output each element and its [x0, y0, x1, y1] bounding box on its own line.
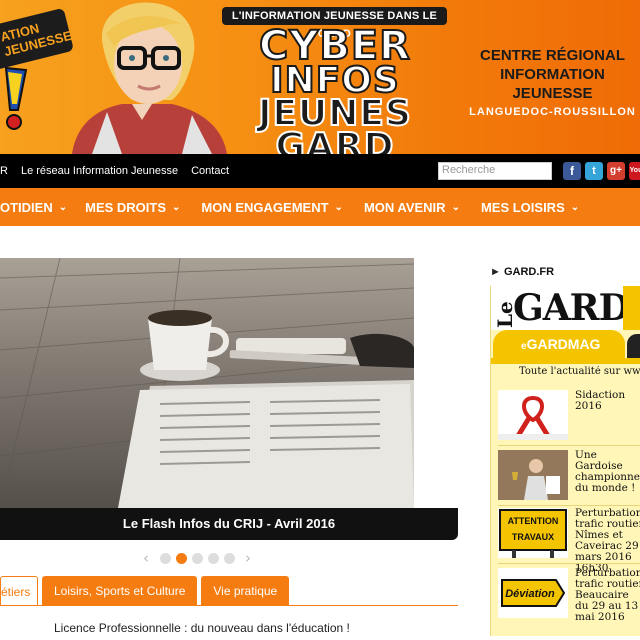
widget-item-title: Perturbations trafic routier Nîmes et Ca…	[575, 507, 640, 574]
second-tab[interactable]	[627, 334, 640, 358]
gard-widget: Le GARD eGARDMAG Toute l'actualité sur w…	[490, 286, 640, 636]
tab-underline	[0, 605, 458, 606]
champion-photo-thumbnail	[498, 450, 568, 500]
sign-text-attention: ATTENTION	[508, 516, 559, 526]
widget-bar	[491, 358, 640, 364]
slider-dot-1[interactable]	[159, 552, 171, 564]
main-nav: OTIDIEN ⌄ MES DROITS ⌄ MON ENGAGEMENT ⌄ MON…	[0, 188, 640, 226]
nav-label: MON AVENIR	[363, 199, 446, 215]
chevron-down-icon: ⌄	[58, 201, 68, 213]
sign-text-deviation: Déviation	[505, 588, 555, 600]
nav-item-mes-loisirs[interactable]: MES LOISIRS ⌄	[481, 200, 579, 215]
chevron-down-icon: ⌄	[172, 201, 181, 213]
slider-dot-4[interactable]	[207, 552, 219, 564]
logo-side-tab	[623, 286, 640, 330]
widget-item-title: Sidaction 2016	[575, 389, 626, 412]
exclamation-icon	[4, 66, 28, 130]
google-plus-icon[interactable]: g+	[607, 162, 625, 180]
widget-separator	[498, 563, 640, 564]
top-links: R Le réseau Information Jeunesse Contact	[0, 154, 242, 188]
chevron-down-icon: ⌄	[334, 201, 343, 213]
chevron-down-icon: ⌄	[451, 201, 460, 213]
slider-dot-2[interactable]	[175, 552, 187, 564]
sidebar-title-text: GARD.FR	[503, 266, 555, 278]
young-woman-photo	[72, 2, 227, 154]
nav-item-mes-droits[interactable]: MES DROITS ⌄	[85, 200, 180, 215]
slider-pager: ‹ ›	[135, 549, 259, 567]
search-input[interactable]: Recherche	[438, 162, 552, 180]
sign-text-travaux: TRAVAUX	[512, 532, 554, 542]
nav-item-mon-avenir[interactable]: MON AVENIR ⌄	[364, 200, 460, 215]
deviation-sign-thumbnail: Déviation	[498, 568, 568, 618]
crij-label: CENTRE RÉGIONAL INFORMATION JEUNESSE LAN…	[460, 46, 640, 122]
logo-gard: GARD	[513, 287, 630, 329]
header-banner: ATION JEUNESSE L'INFORMATION JEUNESSE DA…	[0, 0, 640, 154]
chevron-down-icon: ⌄	[570, 201, 580, 213]
slider-prev-button[interactable]: ‹	[143, 549, 149, 567]
twitter-icon[interactable]: t	[585, 162, 603, 180]
facebook-icon[interactable]: f	[563, 162, 581, 180]
egardmag-label: GARDMAG	[526, 336, 601, 352]
nav-label: MON ENGAGEMENT	[201, 199, 329, 215]
site-title[interactable]: CYBER INFOS JEUNES GARD	[230, 25, 440, 154]
crij-region: LANGUEDOC-ROUSSILLON	[469, 106, 636, 118]
nav-item-quotidien[interactable]: OTIDIEN ⌄	[0, 200, 67, 215]
nav-label: MES DROITS	[85, 199, 167, 215]
sidebar-title-arrow: ►	[490, 266, 501, 278]
nav-label: MES LOISIRS	[480, 199, 565, 215]
slider-dot-3[interactable]	[191, 552, 203, 564]
crij-line-2: INFORMATION JEUNESSE	[500, 66, 605, 102]
tab-vie-pratique[interactable]: Vie pratique	[201, 576, 290, 606]
widget-item[interactable]: Déviation Perturbations trafic routier B…	[498, 567, 640, 623]
attention-travaux-thumbnail: ATTENTION TRAVAUX	[498, 508, 568, 558]
le-gard-logo[interactable]: Le GARD	[491, 286, 640, 330]
news-tabs: étiers Loisirs, Sports et Culture Vie pr…	[0, 576, 293, 606]
nav-label: OTIDIEN	[0, 199, 53, 215]
widget-subtitle[interactable]: Toute l'actualité sur www.ga	[491, 366, 640, 377]
top-link-partial[interactable]: R	[0, 165, 8, 177]
top-bar: R Le réseau Information Jeunesse Contact…	[0, 154, 640, 188]
nav-item-mon-engagement[interactable]: MON ENGAGEMENT ⌄	[201, 200, 343, 215]
crij-line-1: CENTRE RÉGIONAL	[479, 47, 625, 64]
slider-next-button[interactable]: ›	[245, 549, 251, 567]
egardmag-tab[interactable]: eGARDMAG	[493, 330, 625, 358]
widget-item-title: Perturbations trafic routier Beaucaire d…	[575, 567, 640, 623]
tab-loisirs[interactable]: Loisirs, Sports et Culture	[42, 576, 198, 606]
widget-item[interactable]: ATTENTION TRAVAUX Perturbations trafic r…	[498, 508, 640, 574]
sidebar-title: ► GARD.FR	[490, 266, 554, 278]
slider-caption[interactable]: Le Flash Infos du CRIJ - Avril 2016	[0, 508, 458, 540]
top-link-contact[interactable]: Contact	[191, 165, 229, 177]
widget-item[interactable]: Sidaction 2016	[498, 389, 640, 446]
tab-metiers[interactable]: étiers	[0, 576, 38, 606]
widget-item[interactable]: Une Gardoise championne du monde !	[498, 449, 640, 506]
top-link-reseau[interactable]: Le réseau Information Jeunesse	[21, 165, 178, 177]
widget-item-title: Une Gardoise championne du monde !	[575, 449, 640, 494]
coffee-newspaper-photo	[0, 258, 414, 508]
youtube-icon[interactable]: You	[629, 162, 640, 180]
red-ribbon-thumbnail	[498, 390, 568, 440]
widget-separator	[498, 505, 640, 506]
slider-image[interactable]	[0, 258, 414, 508]
widget-separator	[498, 445, 640, 446]
news-item-link[interactable]: Licence Professionnelle : du nouveau dan…	[54, 621, 350, 635]
slider-dot-5[interactable]	[223, 552, 235, 564]
